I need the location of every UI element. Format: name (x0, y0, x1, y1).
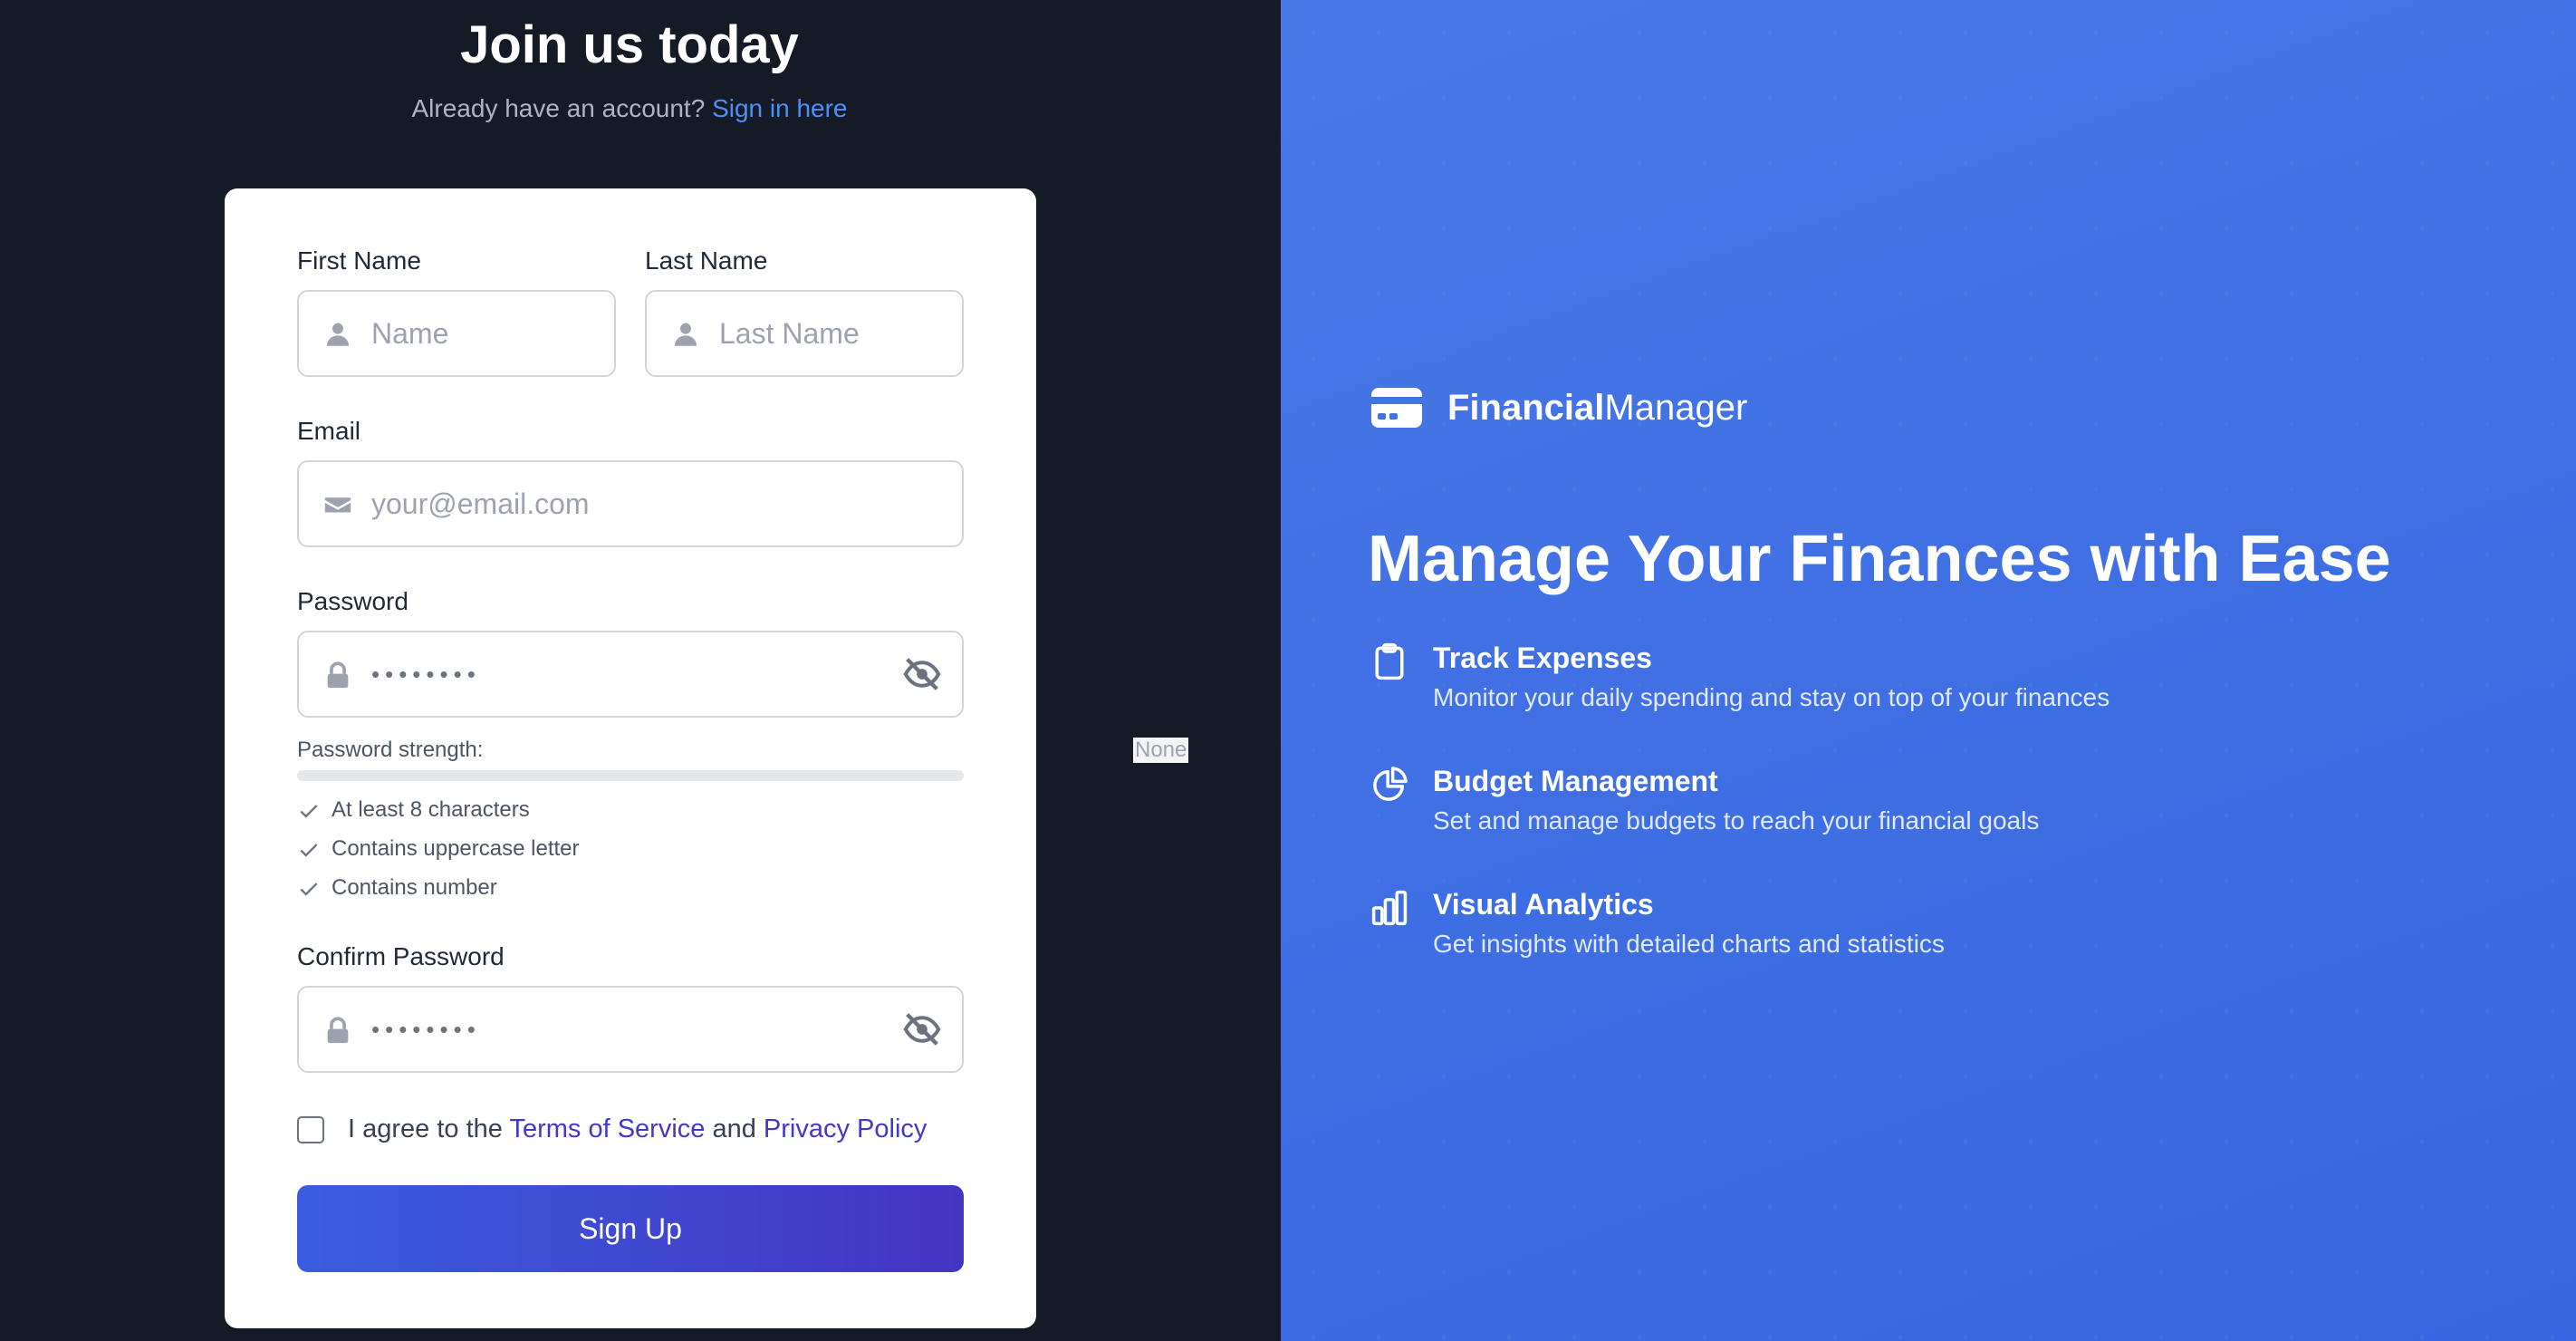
password-label: Password (297, 587, 409, 615)
terms-checkbox[interactable] (297, 1116, 324, 1143)
signin-link[interactable]: Sign in here (712, 94, 847, 122)
agree-and: and (712, 1114, 756, 1143)
brand-name-regular: Manager (1604, 388, 1748, 428)
password-strength-value: None (1133, 738, 1189, 763)
email-input[interactable] (371, 462, 933, 545)
confirm-password-input[interactable] (371, 988, 879, 1071)
eye-slash-icon[interactable] (902, 656, 942, 692)
requirement-item: Contains number (297, 875, 497, 901)
requirement-text: Contains number (332, 875, 497, 900)
envelope-icon (324, 497, 351, 513)
signup-form-card: First Name Last Name Email Password Pass… (225, 188, 1189, 1328)
password-strength-bar (297, 770, 964, 781)
requirement-item: At least 8 characters (297, 797, 530, 823)
first-name-label: First Name (297, 246, 421, 275)
check-icon (300, 882, 318, 896)
bar-chart-icon (1371, 890, 1408, 926)
eye-slash-icon[interactable] (902, 1011, 942, 1047)
feature-description: Set and manage budgets to reach your fin… (1433, 806, 2040, 835)
confirm-password-label: Confirm Password (297, 942, 505, 970)
brand-name: FinancialManager (1447, 388, 1747, 429)
requirement-text: Contains uppercase letter (332, 836, 580, 861)
lock-icon (327, 661, 349, 689)
terms-agreement: I agree to the Terms of Service and Priv… (348, 1114, 927, 1144)
terms-of-service-link[interactable]: Terms of Service (509, 1114, 705, 1143)
last-name-label: Last Name (645, 246, 768, 275)
check-icon (300, 843, 318, 857)
credit-card-icon (1371, 388, 1422, 428)
signin-prompt-text: Already have an account? (411, 94, 706, 122)
privacy-policy-link[interactable]: Privacy Policy (764, 1114, 928, 1143)
check-icon (300, 804, 318, 818)
password-field[interactable] (297, 631, 964, 718)
email-label: Email (297, 417, 361, 445)
clipboard-icon (1375, 642, 1404, 680)
feature-description: Monitor your daily spending and stay on … (1433, 683, 2110, 711)
feature-title: Visual Analytics (1433, 888, 1654, 921)
requirement-item: Contains uppercase letter (297, 836, 580, 862)
pie-chart-icon (1373, 767, 1408, 801)
first-name-input[interactable] (371, 292, 598, 375)
promo-headline: Manage Your Finances with Ease (1368, 523, 2391, 595)
email-field[interactable] (297, 460, 964, 547)
agree-prefix: I agree to the (348, 1114, 503, 1143)
first-name-field[interactable] (297, 290, 616, 377)
lock-icon (327, 1017, 349, 1044)
last-name-field[interactable] (645, 290, 964, 377)
confirm-password-field[interactable] (297, 986, 964, 1073)
brand-name-bold: Financial (1447, 388, 1605, 428)
last-name-input[interactable] (719, 292, 946, 375)
feature-title: Budget Management (1433, 765, 1718, 797)
sign-up-button[interactable]: Sign Up (297, 1185, 964, 1272)
page-title: Join us today (460, 15, 799, 74)
requirement-text: At least 8 characters (332, 797, 530, 822)
user-icon (674, 323, 697, 346)
feature-description: Get insights with detailed charts and st… (1433, 930, 1945, 958)
user-icon (326, 323, 350, 346)
password-strength-label: Password strength: (297, 738, 484, 762)
password-input[interactable] (371, 632, 879, 716)
signin-prompt: Already have an account? Sign in here (0, 94, 1259, 123)
feature-title: Track Expenses (1433, 642, 1652, 674)
